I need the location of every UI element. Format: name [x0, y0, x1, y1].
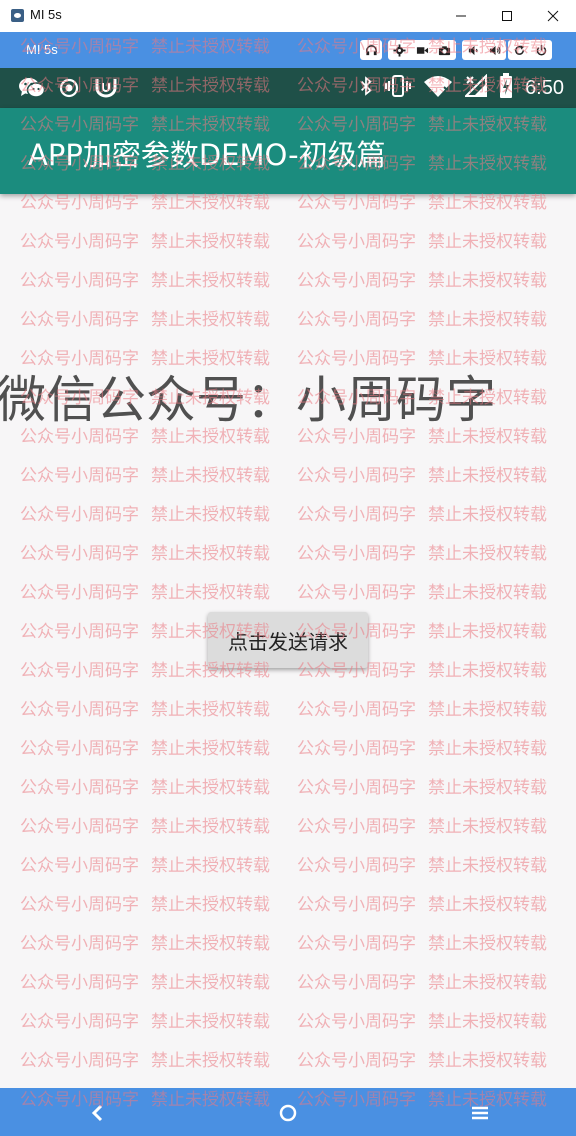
emulator-group-tools [388, 40, 456, 60]
status-right-group: 6:50 [359, 68, 564, 108]
home-button[interactable] [275, 1100, 301, 1126]
app-window-icon [11, 9, 24, 22]
emulator-toolbar: MI 5s [0, 32, 576, 68]
menu-button[interactable] [467, 1100, 493, 1126]
headphones-icon[interactable] [360, 40, 382, 60]
wifi-icon [423, 74, 453, 102]
app-title: APP加密参数DEMO-初级篇 [28, 138, 386, 172]
status-time: 6:50 [525, 76, 564, 99]
emulator-group-audio [360, 40, 382, 60]
close-button[interactable] [530, 0, 576, 32]
wechat-icon [18, 77, 46, 99]
maximize-button[interactable] [484, 0, 530, 32]
back-button[interactable] [85, 1100, 111, 1126]
record-icon [58, 77, 80, 99]
main-content: 微信公众号：小周码字 点击发送请求 [0, 194, 576, 1088]
emulator-device-name: MI 5s [26, 42, 58, 57]
vibrate-icon [385, 74, 412, 102]
minimize-button[interactable] [438, 0, 484, 32]
emulator-group-device [508, 40, 552, 60]
no-signal-icon [463, 73, 488, 102]
battery-charging-icon [499, 73, 513, 103]
rotate-icon[interactable] [508, 40, 530, 60]
android-status-bar: 6:50 [0, 68, 576, 108]
app-toolbar: APP加密参数DEMO-初级篇 [0, 108, 576, 194]
app-icon [94, 77, 118, 99]
send-request-button[interactable]: 点击发送请求 [208, 612, 368, 668]
window-title: MI 5s [30, 7, 62, 22]
settings-icon[interactable] [388, 40, 411, 60]
volume-down-icon[interactable] [462, 40, 484, 60]
camera-icon[interactable] [433, 40, 456, 60]
power-icon[interactable] [530, 40, 552, 60]
headline-text: 微信公众号：小周码字 [0, 371, 496, 429]
volume-up-icon[interactable] [484, 40, 506, 60]
window-title-bar: MI 5s [0, 0, 576, 32]
video-camera-icon[interactable] [411, 40, 434, 60]
emulator-group-volume [462, 40, 506, 60]
bluetooth-icon [359, 74, 373, 102]
android-nav-bar [0, 1088, 576, 1136]
